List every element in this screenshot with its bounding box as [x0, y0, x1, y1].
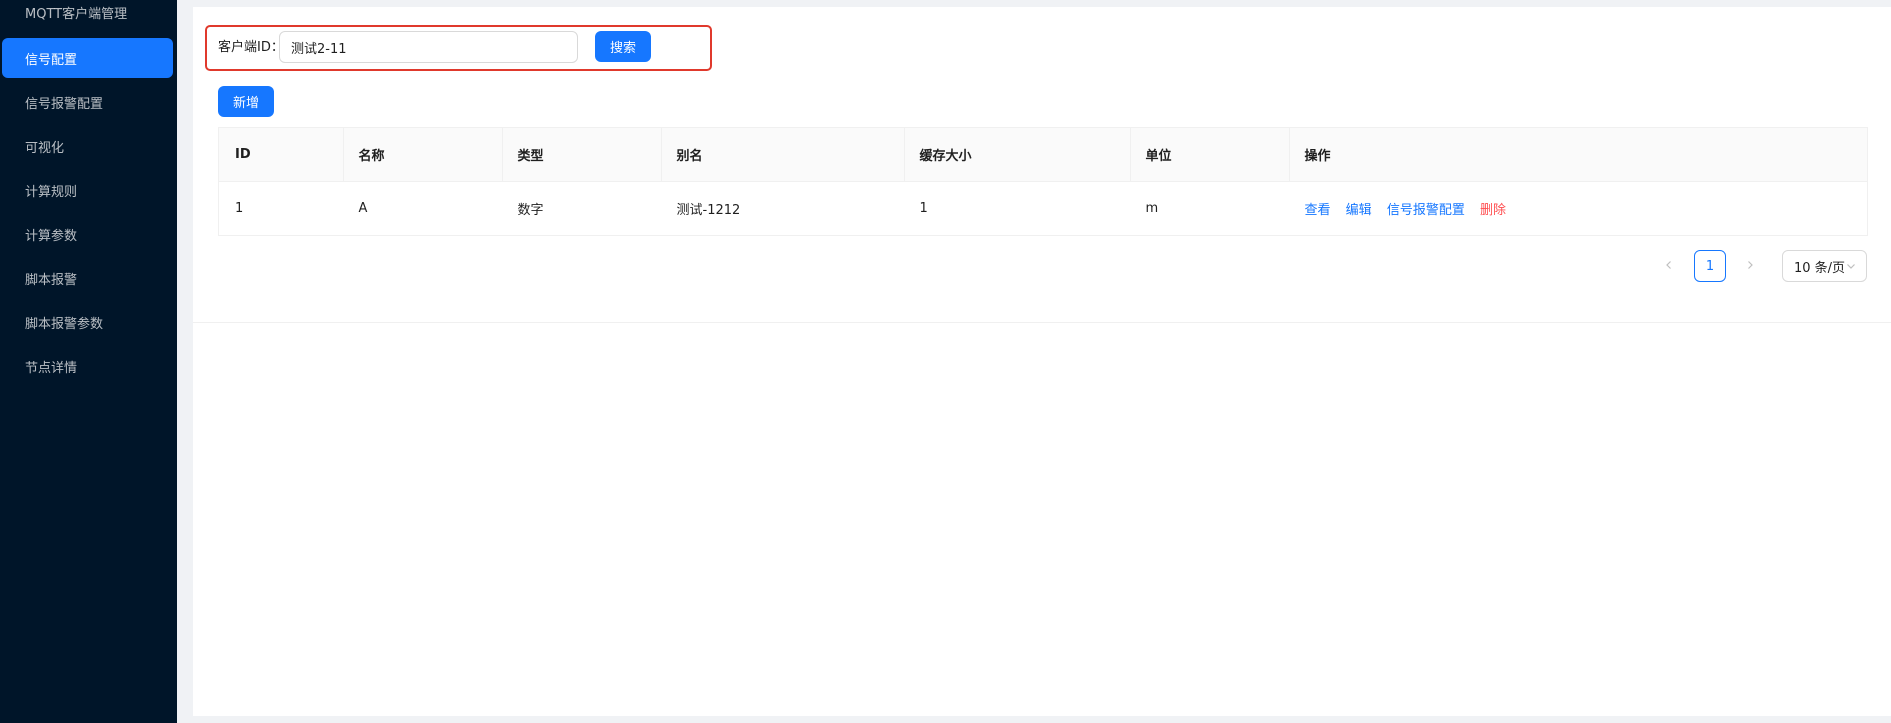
sidebar-item-label: 计算规则: [25, 184, 78, 200]
table-header-row: ID 名称 类型 别名 缓存大小 单位 操作: [218, 127, 1868, 182]
chevron-right-icon[interactable]: [1740, 255, 1760, 275]
signal-alarm-config-link[interactable]: 信号报警配置: [1387, 203, 1465, 218]
cell-cache-size: 1: [903, 181, 1130, 236]
sidebar-item-label: 信号配置: [25, 52, 78, 68]
sidebar-item-label: MQTT客户端管理: [25, 6, 128, 22]
sidebar-item-signal-config[interactable]: 信号配置: [2, 38, 173, 78]
content-divider: [193, 322, 1891, 323]
column-header-type: 类型: [501, 127, 661, 182]
sidebar-item-calc-rules[interactable]: 计算规则: [0, 170, 177, 210]
cell-type: 数字: [501, 181, 661, 236]
delete-link[interactable]: 删除: [1480, 203, 1506, 218]
view-link[interactable]: 查看: [1305, 203, 1331, 218]
signal-table: ID 名称 类型 别名 缓存大小 单位 操作 1 A 数字 测试-1212 1 …: [218, 127, 1868, 236]
sidebar-item-label: 信号报警配置: [25, 96, 104, 112]
search-button[interactable]: 搜索: [595, 31, 651, 62]
column-header-unit: 单位: [1129, 127, 1289, 182]
sidebar-item-label: 可视化: [25, 140, 65, 156]
cell-name: A: [342, 181, 502, 236]
column-header-alias: 别名: [660, 127, 904, 182]
chevron-down-icon: [1847, 264, 1855, 269]
cell-id: 1: [218, 181, 343, 236]
cell-alias: 测试-1212: [660, 181, 904, 236]
sidebar-item-label: 节点详情: [25, 360, 78, 376]
page-size-value: 10 条/页: [1794, 260, 1846, 276]
chevron-left-icon[interactable]: [1659, 255, 1679, 275]
sidebar-item-visualization[interactable]: 可视化: [0, 126, 177, 166]
cell-actions: 查看 编辑 信号报警配置 删除: [1288, 181, 1868, 236]
column-header-name: 名称: [342, 127, 502, 182]
sidebar-item-node-details[interactable]: 节点详情: [0, 346, 177, 386]
edit-link[interactable]: 编辑: [1346, 203, 1372, 218]
sidebar: MQTT客户端管理 信号配置 信号报警配置 可视化 计算规则 计算参数 脚本报警…: [0, 0, 177, 723]
column-header-cache-size: 缓存大小: [903, 127, 1130, 182]
content-panel: [193, 7, 1891, 716]
page-size-select[interactable]: 10 条/页: [1782, 250, 1867, 282]
sidebar-item-mqtt-client-management[interactable]: MQTT客户端管理: [0, 0, 177, 32]
table-row: 1 A 数字 测试-1212 1 m 查看 编辑 信号报警配置 删除: [218, 181, 1868, 236]
page-1-button[interactable]: 1: [1694, 250, 1726, 282]
sidebar-item-label: 计算参数: [25, 228, 78, 244]
sidebar-item-label: 脚本报警: [25, 272, 78, 288]
sidebar-item-script-alarm[interactable]: 脚本报警: [0, 258, 177, 298]
client-id-input[interactable]: [279, 31, 578, 63]
column-header-actions: 操作: [1288, 127, 1868, 182]
cell-unit: m: [1129, 181, 1289, 236]
add-button[interactable]: 新增: [218, 86, 274, 117]
sidebar-item-signal-alarm-config[interactable]: 信号报警配置: [0, 82, 177, 122]
sidebar-item-label: 脚本报警参数: [25, 316, 104, 332]
client-id-label: 客户端ID：: [218, 40, 284, 55]
column-header-id: ID: [218, 127, 343, 182]
sidebar-item-script-alarm-params[interactable]: 脚本报警参数: [0, 302, 177, 342]
sidebar-item-calc-params[interactable]: 计算参数: [0, 214, 177, 254]
